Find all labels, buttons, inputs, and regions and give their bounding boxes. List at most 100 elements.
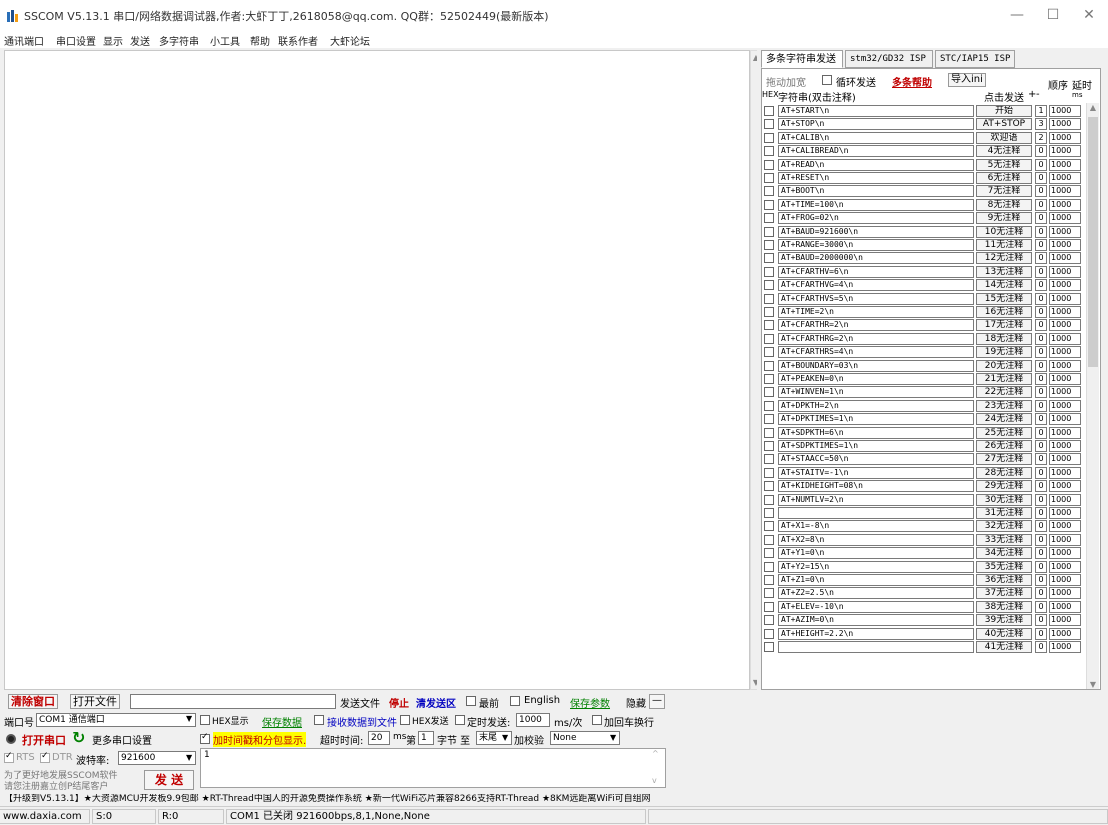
row-command-field[interactable]: AT+START\n — [778, 105, 974, 117]
row-delay-field[interactable]: 1000 — [1049, 131, 1081, 144]
row-order-field[interactable]: 0 — [1035, 627, 1047, 640]
status-site[interactable]: www.daxia.com — [0, 809, 90, 824]
row-send-button[interactable]: 12无注释 — [976, 252, 1032, 265]
row-order-field[interactable]: 0 — [1035, 212, 1047, 225]
timeout-field[interactable]: 20 — [368, 731, 390, 745]
tab-stc-isp[interactable]: STC/IAP15 ISP — [935, 50, 1015, 68]
row-command-field[interactable]: AT+CFARTHVG=4\n — [778, 279, 974, 292]
row-hex-checkbox[interactable] — [764, 320, 774, 331]
row-delay-field[interactable]: 1000 — [1049, 198, 1081, 211]
multi-scroll-up-icon[interactable]: ▲ — [1088, 103, 1098, 112]
byte-start-field[interactable]: 1 — [418, 731, 434, 745]
send-area-scroll-up-icon[interactable]: ^ — [652, 749, 659, 758]
row-send-button[interactable]: 11无注释 — [976, 239, 1032, 251]
row-hex-checkbox[interactable] — [764, 280, 774, 291]
row-send-button[interactable]: 7无注释 — [976, 185, 1032, 198]
collapse-button[interactable]: — — [649, 694, 665, 709]
row-order-field[interactable]: 0 — [1035, 386, 1047, 399]
row-delay-field[interactable]: 1000 — [1049, 627, 1081, 640]
save-params-button[interactable]: 保存参数 — [570, 695, 610, 710]
row-delay-field[interactable]: 1000 — [1049, 453, 1081, 466]
row-hex-checkbox[interactable] — [764, 467, 774, 478]
row-hex-checkbox[interactable] — [764, 521, 774, 532]
row-send-button[interactable]: 16无注释 — [976, 306, 1032, 318]
row-command-field[interactable]: AT+CFARTHRS=4\n — [778, 346, 974, 359]
row-hex-checkbox[interactable] — [764, 360, 774, 371]
row-order-field[interactable]: 0 — [1035, 466, 1047, 479]
row-delay-field[interactable]: 1000 — [1049, 319, 1081, 332]
row-delay-field[interactable]: 1000 — [1049, 185, 1081, 198]
drag-widen-label[interactable]: 拖动加宽 — [766, 74, 806, 89]
row-send-button[interactable]: 19无注释 — [976, 346, 1032, 359]
row-command-field[interactable]: AT+WINVEN=1\n — [778, 386, 974, 399]
row-send-button[interactable]: 33无注释 — [976, 533, 1032, 546]
receive-area[interactable] — [4, 50, 750, 690]
row-order-field[interactable]: 0 — [1035, 239, 1047, 251]
row-order-field[interactable]: 0 — [1035, 279, 1047, 292]
row-send-button[interactable]: 35无注释 — [976, 560, 1032, 573]
tab-stm32-isp[interactable]: stm32/GD32 ISP — [845, 50, 933, 68]
row-send-button[interactable]: 5无注释 — [976, 158, 1032, 171]
row-command-field[interactable]: AT+TIME=2\n — [778, 306, 974, 318]
send-text-area[interactable]: 1 — [200, 748, 666, 788]
row-command-field[interactable]: AT+CFARTHV=6\n — [778, 265, 974, 278]
row-hex-checkbox[interactable] — [764, 119, 774, 130]
row-command-field[interactable]: AT+READ\n — [778, 158, 974, 171]
row-hex-checkbox[interactable] — [764, 481, 774, 492]
menu-serial-settings[interactable]: 串口设置 — [56, 33, 96, 48]
row-order-field[interactable]: 2 — [1035, 131, 1047, 144]
english-checkbox[interactable] — [510, 696, 520, 706]
row-send-button[interactable]: AT+STOP — [976, 118, 1032, 131]
row-command-field[interactable]: AT+RESET\n — [778, 172, 974, 184]
row-hex-checkbox[interactable] — [764, 601, 774, 612]
row-send-button[interactable]: 25无注释 — [976, 426, 1032, 439]
row-delay-field[interactable]: 1000 — [1049, 172, 1081, 184]
row-delay-field[interactable]: 1000 — [1049, 265, 1081, 278]
clear-window-button[interactable]: 清除窗口 — [8, 694, 58, 709]
more-settings-button[interactable]: 更多串口设置 — [92, 732, 152, 747]
refresh-icon[interactable]: ↻ — [72, 728, 85, 747]
row-delay-field[interactable]: 1000 — [1049, 600, 1081, 613]
row-delay-field[interactable]: 1000 — [1049, 292, 1081, 305]
row-order-field[interactable]: 0 — [1035, 373, 1047, 385]
row-command-field[interactable]: AT+X2=8\n — [778, 533, 974, 546]
row-hex-checkbox[interactable] — [764, 347, 774, 358]
row-send-button[interactable]: 4无注释 — [976, 145, 1032, 158]
row-order-field[interactable]: 0 — [1035, 145, 1047, 158]
open-port-button[interactable]: 打开串口 — [22, 732, 66, 748]
row-delay-field[interactable]: 1000 — [1049, 373, 1081, 385]
row-send-button[interactable]: 31无注释 — [976, 507, 1032, 519]
row-hex-checkbox[interactable] — [764, 374, 774, 384]
row-command-field[interactable]: AT+DPKTIMES=1\n — [778, 413, 974, 426]
topmost-checkbox[interactable] — [466, 696, 476, 706]
menu-port[interactable]: 通讯端口 — [4, 33, 44, 48]
row-order-field[interactable]: 0 — [1035, 198, 1047, 211]
row-hex-checkbox[interactable] — [764, 414, 774, 425]
row-hex-checkbox[interactable] — [764, 146, 774, 157]
row-send-button[interactable]: 41无注释 — [976, 641, 1032, 653]
row-command-field[interactable]: AT+PEAKEN=0\n — [778, 373, 974, 385]
row-send-button[interactable]: 29无注释 — [976, 480, 1032, 493]
tab-multi-string[interactable]: 多条字符串发送 — [761, 50, 843, 68]
row-delay-field[interactable]: 1000 — [1049, 480, 1081, 493]
row-hex-checkbox[interactable] — [764, 253, 774, 264]
send-button[interactable]: 发 送 — [144, 770, 194, 790]
row-hex-checkbox[interactable] — [764, 226, 774, 237]
row-delay-field[interactable]: 1000 — [1049, 386, 1081, 399]
menu-multi-string[interactable]: 多字符串 — [159, 33, 199, 48]
row-send-button[interactable]: 8无注释 — [976, 198, 1032, 211]
recv-to-file-checkbox[interactable] — [314, 715, 324, 725]
row-send-button[interactable]: 39无注释 — [976, 614, 1032, 627]
row-delay-field[interactable]: 1000 — [1049, 614, 1081, 627]
row-hex-checkbox[interactable] — [764, 561, 774, 572]
row-delay-field[interactable]: 1000 — [1049, 641, 1081, 653]
row-order-field[interactable]: 0 — [1035, 533, 1047, 546]
byte-end-dropdown-icon[interactable]: ▼ — [502, 733, 508, 742]
row-delay-field[interactable]: 1000 — [1049, 520, 1081, 533]
row-command-field[interactable]: AT+KIDHEIGHT=08\n — [778, 480, 974, 493]
row-hex-checkbox[interactable] — [764, 548, 774, 559]
row-delay-field[interactable]: 1000 — [1049, 279, 1081, 292]
row-delay-field[interactable]: 1000 — [1049, 587, 1081, 600]
row-hex-checkbox[interactable] — [764, 213, 774, 224]
row-command-field[interactable]: AT+SDPKTH=6\n — [778, 426, 974, 439]
